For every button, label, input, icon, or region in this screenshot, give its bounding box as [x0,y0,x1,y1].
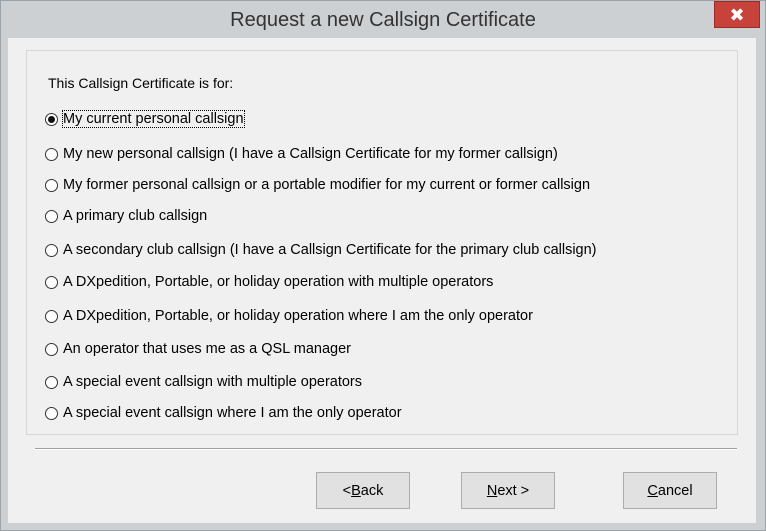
cancel-button-mnemonic: C [647,482,658,499]
option-new-personal[interactable]: My new personal callsign (I have a Calls… [45,143,558,165]
option-label: A special event callsign with multiple o… [63,374,363,390]
back-button-rest: ack [360,482,384,499]
radio-icon[interactable] [45,406,58,420]
radio-icon[interactable] [45,309,58,323]
group-legend: This Callsign Certificate is for: [46,75,238,91]
option-label: A primary club callsign [63,208,208,224]
next-button[interactable]: Next > [461,472,555,509]
back-button-mnemonic: B [351,482,361,499]
option-label: A DXpedition, Portable, or holiday opera… [63,274,494,290]
option-secondary-club[interactable]: A secondary club callsign (I have a Call… [45,239,597,261]
separator-line [35,448,737,450]
radio-icon[interactable] [45,112,58,126]
option-current-personal[interactable]: My current personal callsign [45,108,245,130]
option-label: A special event callsign where I am the … [63,405,402,421]
close-icon[interactable]: ✖ [714,1,760,28]
back-button[interactable]: < Back [316,472,410,509]
option-dxpedition-single[interactable]: A DXpedition, Portable, or holiday opera… [45,305,533,327]
radio-icon[interactable] [45,147,58,161]
window-title: Request a new Callsign Certificate [230,9,536,31]
back-button-prefix: < [342,482,352,499]
option-special-event-multi[interactable]: A special event callsign with multiple o… [45,371,362,393]
option-label: My new personal callsign (I have a Calls… [63,146,558,162]
radio-icon[interactable] [45,243,58,257]
radio-icon[interactable] [45,178,58,192]
radio-icon[interactable] [45,375,58,389]
cancel-button-rest: ancel [657,482,693,499]
option-label: My current personal callsign [62,110,245,128]
option-qsl-manager[interactable]: An operator that uses me as a QSL manage… [45,338,351,360]
option-label: A secondary club callsign (I have a Call… [63,242,597,258]
radio-icon[interactable] [45,275,58,289]
next-button-mnemonic: N [486,482,498,499]
radio-icon[interactable] [45,209,58,223]
next-button-rest: ext > [497,482,530,499]
cancel-button[interactable]: Cancel [623,472,717,509]
option-label: A DXpedition, Portable, or holiday opera… [63,308,533,324]
option-special-event-single[interactable]: A special event callsign where I am the … [45,402,402,424]
radio-icon[interactable] [45,342,58,356]
option-primary-club[interactable]: A primary club callsign [45,205,207,227]
option-label: An operator that uses me as a QSL manage… [63,341,352,357]
option-dxpedition-multi[interactable]: A DXpedition, Portable, or holiday opera… [45,271,493,293]
option-former-personal[interactable]: My former personal callsign or a portabl… [45,174,590,196]
option-label: My former personal callsign or a portabl… [63,177,591,193]
title-bar[interactable]: Request a new Callsign Certificate ✖ [1,1,765,39]
